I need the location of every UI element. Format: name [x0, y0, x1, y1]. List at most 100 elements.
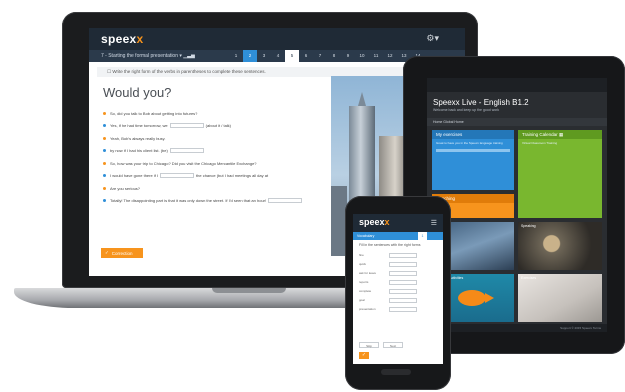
field-label: presentation — [359, 307, 376, 311]
step-4[interactable]: 4 — [271, 50, 285, 62]
tablet-footer: Support © 2015 Speexx Terms — [427, 324, 607, 332]
step-9[interactable]: 9 — [341, 50, 355, 62]
sentence-item: Are you serious? — [103, 182, 329, 195]
sentence-hint: (about it / talk) — [205, 123, 232, 129]
lesson-title-text: 7 - Starting the formal presentation — [101, 53, 178, 59]
fish-image — [458, 290, 494, 306]
tile-body: Virtual Classroom Training — [522, 141, 558, 145]
tile-title: Training Calendar — [522, 132, 558, 137]
sentence-text: by now if I had his client list. (be) — [110, 148, 168, 154]
phone-header: speexx ☰ — [353, 214, 443, 232]
next-button[interactable]: Next — [383, 342, 403, 348]
sentence-item: I would have gone there if I the chance (… — [103, 170, 329, 183]
step-11[interactable]: 11 — [369, 50, 383, 62]
calendar-icon: ▦ — [558, 132, 564, 137]
tablet-topbar — [427, 78, 607, 92]
course-title: Speexx Live - English B1.2 — [433, 98, 529, 107]
tile-my-exercises[interactable]: My exercises Great to have you in the Sp… — [432, 130, 514, 190]
phone-field-row: fine — [353, 251, 443, 260]
sentence-item: Yeah, Bob's always really busy. — [103, 132, 329, 145]
phone-field-row: presentation — [353, 305, 443, 314]
photo-label: Exercises — [521, 276, 537, 280]
sentence-text: Totally! The disappointing part is that … — [110, 198, 267, 204]
phone-instruction: Fill in the sentences with the right for… — [359, 243, 421, 247]
tile-header: My exercises — [432, 130, 514, 139]
sentence-item: Totally! The disappointing part is that … — [103, 195, 329, 208]
answer-input[interactable] — [389, 306, 417, 312]
answer-input[interactable] — [169, 148, 204, 154]
speaker-dot-icon — [103, 149, 106, 153]
check-icon: ✓ — [105, 250, 109, 255]
phone-home-button[interactable] — [381, 369, 411, 375]
speaker-dot-icon — [103, 111, 106, 115]
field-label: quick — [359, 262, 367, 266]
step-12[interactable]: 12 — [383, 50, 397, 62]
exercise-heading: Would you? — [103, 85, 172, 100]
checkbox-icon: ☐ — [107, 69, 112, 74]
skip-button[interactable]: Skip — [359, 342, 379, 348]
answer-input[interactable] — [169, 123, 204, 129]
tile-body: Great to have you in the Speexx language… — [436, 141, 503, 145]
speexx-logo[interactable]: speexx — [359, 217, 390, 227]
sentence-item: So, how was your trip to Chicago? Did yo… — [103, 157, 329, 170]
step-3[interactable]: 3 — [257, 50, 271, 62]
answer-input[interactable] — [268, 198, 303, 204]
tablet-screen: Speexx Live - English B1.2 Welcome back … — [427, 78, 607, 332]
answer-input[interactable] — [389, 279, 417, 285]
answer-input[interactable] — [389, 252, 417, 258]
answer-input[interactable] — [389, 261, 417, 267]
gear-icon[interactable]: ⚙▾ — [426, 33, 439, 44]
phone-confirm-button[interactable]: ✓ — [359, 352, 369, 359]
logo-x: x — [384, 217, 390, 227]
lesson-title[interactable]: 7 - Starting the formal presentation ▾ ▁… — [101, 53, 195, 59]
field-label: fine — [359, 253, 364, 257]
field-label: ask for leave — [359, 271, 377, 275]
field-label: reports — [359, 280, 369, 284]
step-6[interactable]: 6 — [299, 50, 313, 62]
sentence-text: I would have gone there if I — [110, 173, 159, 179]
step-navigation: 1234567891011121314 — [229, 50, 425, 62]
answer-input[interactable] — [389, 297, 417, 303]
logo-text: speex — [359, 217, 385, 227]
sentence-text: Yeah, Bob's always really busy. — [110, 135, 166, 141]
phone-field-row: complete — [353, 287, 443, 296]
laptop-header: speexx ⚙▾ — [89, 28, 465, 50]
course-subtitle: Welcome back and keep up the good work — [433, 108, 500, 112]
menu-icon[interactable]: ☰ — [431, 219, 437, 227]
phone-field-list: fine quick ask for leave reports complete goa… — [353, 251, 443, 314]
step-5[interactable]: 5 — [285, 50, 299, 62]
building-spire — [358, 92, 366, 106]
step-2[interactable]: 2 — [243, 50, 257, 62]
tile-title: My exercises — [436, 132, 463, 137]
correction-button[interactable]: ✓ Correction — [101, 248, 143, 258]
answer-input[interactable] — [389, 288, 417, 294]
photo-tile[interactable]: Exercises — [518, 274, 602, 322]
phone-field-row: goal — [353, 296, 443, 305]
answer-input[interactable] — [160, 173, 195, 179]
step-8[interactable]: 8 — [327, 50, 341, 62]
photo-tile[interactable]: Speaking — [518, 222, 602, 270]
field-label: goal — [359, 298, 365, 302]
answer-input[interactable] — [389, 270, 417, 276]
logo-x: x — [136, 32, 144, 46]
exercise-category[interactable]: Vocabulary — [357, 234, 374, 238]
logo-text: speex — [101, 32, 137, 46]
photo-label: Speaking — [521, 224, 536, 228]
sentence-text: So, did you talk to Bob about getting in… — [110, 110, 198, 116]
progress-bar — [436, 149, 510, 152]
step-1[interactable]: 1 — [229, 50, 243, 62]
phone-exercise-bar: Vocabulary 1 — [353, 232, 443, 240]
tablet-menu[interactable]: Home Global Home — [427, 118, 607, 126]
correction-button-label: Correction — [111, 250, 133, 256]
instruction-text: Write the right form of the verbs in par… — [112, 69, 266, 74]
tile-training-calendar[interactable]: Training Calendar ▦ Virtual Classroom Tr… — [518, 130, 602, 218]
step-7[interactable]: 7 — [313, 50, 327, 62]
page-number[interactable]: 1 — [418, 232, 427, 240]
phone-keys: Skip Next — [359, 342, 403, 348]
speexx-logo[interactable]: speexx — [101, 32, 144, 46]
sentence-text: Are you serious? — [110, 185, 141, 191]
sentence-list: So, did you talk to Bob about getting in… — [103, 107, 329, 207]
sentence-hint: the chance (but I had meetings all day a… — [196, 173, 269, 179]
step-10[interactable]: 10 — [355, 50, 369, 62]
phone-field-row: ask for leave — [353, 269, 443, 278]
